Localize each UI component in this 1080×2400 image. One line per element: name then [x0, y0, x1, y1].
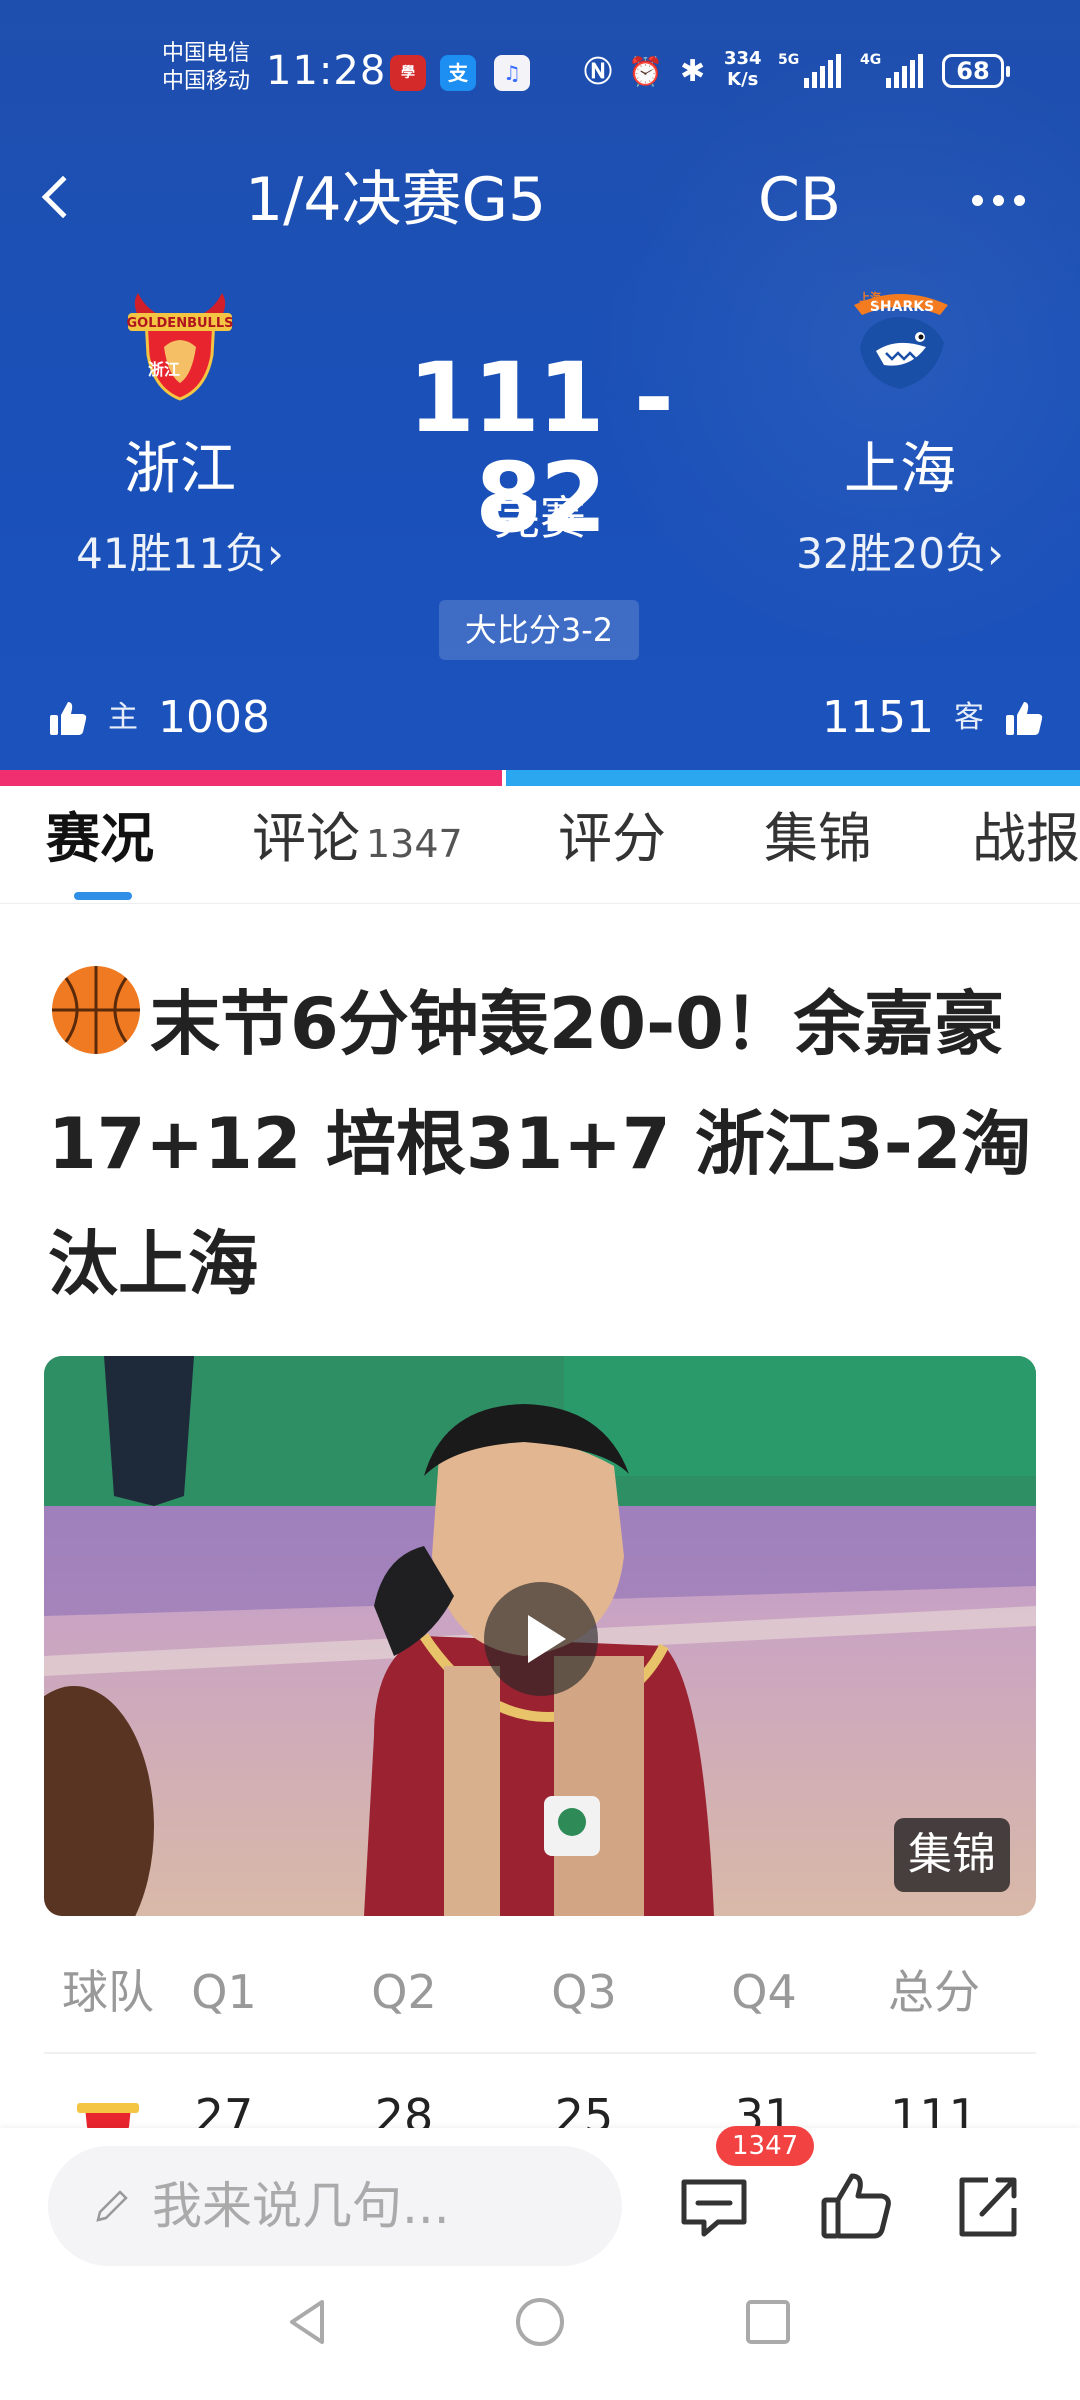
- away-like-count: 1151: [822, 692, 934, 743]
- alarm-icon: ⏰: [628, 55, 663, 88]
- svg-text:GOLDENBULLS: GOLDENBULLS: [127, 316, 234, 331]
- column-header: Q2: [371, 1965, 437, 2019]
- battery-icon: 68: [942, 54, 1010, 88]
- nav-recents-icon[interactable]: [738, 2292, 798, 2352]
- active-tab-indicator: [74, 892, 132, 900]
- away-team-record[interactable]: 32胜20负›: [770, 529, 1030, 579]
- bluetooth-icon: ✱: [680, 54, 706, 89]
- status-bar: 中国电信 中国移动 11:28 學 支 ♫ Ⓝ ⏰ ✱ 334 K/s 5G 4…: [0, 40, 1080, 100]
- more-dot-icon: [993, 194, 1004, 206]
- table-header-row: 球队 Q1 Q2 Q3 Q4 总分: [44, 1930, 1036, 2054]
- column-header: Q4: [731, 1965, 797, 2019]
- carrier-labels: 中国电信 中国移动: [162, 40, 250, 96]
- tab-bar: 赛况 评论 1347 评分 集锦 战报: [0, 786, 1080, 904]
- back-button[interactable]: [30, 162, 90, 232]
- tab-highlights[interactable]: 集锦: [764, 806, 872, 872]
- home-team[interactable]: GOLDENBULLS 浙江 浙江 41胜11负›: [50, 285, 310, 579]
- away-team-logo: SHARKS 上海: [840, 285, 960, 405]
- home-team-record[interactable]: 41胜11负›: [50, 529, 310, 579]
- signal-4g-icon: 4G: [860, 52, 924, 88]
- signal-5g-icon: 5G: [778, 52, 842, 88]
- more-button[interactable]: [972, 180, 1052, 220]
- svg-text:浙江: 浙江: [148, 360, 180, 379]
- system-navigation-bar: [0, 2180, 1080, 2400]
- home-team-logo: GOLDENBULLS 浙江: [120, 285, 240, 405]
- page-title: 1/4决赛G5: [245, 165, 547, 235]
- net-speed: 334 K/s: [724, 48, 762, 90]
- thumbs-up-icon: [50, 702, 87, 735]
- away-support-bar: [506, 770, 1080, 786]
- article-headline[interactable]: 末节6分钟轰20-0！余嘉豪17+12 培根31+7 浙江3-2淘汰上海: [48, 962, 1038, 1324]
- tab-ratings[interactable]: 评分: [558, 806, 666, 872]
- away-like-button[interactable]: 1151 客: [822, 690, 1044, 746]
- alipay-icon: 支: [440, 55, 476, 91]
- home-like-button[interactable]: 主 1008: [48, 690, 270, 746]
- away-team-name: 上海: [844, 437, 956, 502]
- home-support-bar: [0, 770, 502, 786]
- home-side-label: 主: [108, 700, 138, 735]
- study-app-icon: 學: [390, 55, 426, 91]
- video-highlight-badge: 集锦: [894, 1818, 1010, 1892]
- carrier-2: 中国移动: [162, 69, 251, 94]
- match-header: 中国电信 中国移动 11:28 學 支 ♫ Ⓝ ⏰ ✱ 334 K/s 5G 4…: [0, 0, 1080, 770]
- away-side-label: 客: [954, 700, 984, 735]
- away-team[interactable]: SHARKS 上海 上海 32胜20负›: [770, 285, 1030, 579]
- match-page: 中国电信 中国移动 11:28 學 支 ♫ Ⓝ ⏰ ✱ 334 K/s 5G 4…: [0, 0, 1080, 2400]
- tab-comments[interactable]: 评论 1347: [252, 806, 463, 877]
- svg-text:上海: 上海: [859, 290, 881, 304]
- series-score-badge: 大比分3-2: [439, 600, 639, 660]
- tab-live[interactable]: 赛况: [46, 806, 154, 872]
- nav-home-icon[interactable]: [510, 2292, 570, 2352]
- column-header: Q1: [191, 1965, 257, 2019]
- nfc-icon: Ⓝ: [584, 55, 613, 88]
- tab-comments-count: 1347: [366, 822, 463, 866]
- column-header: Q3: [551, 1965, 617, 2019]
- league-label: CB: [758, 165, 842, 235]
- thumbs-up-icon: [1006, 702, 1043, 735]
- top-nav: 1/4决赛G5 CB: [0, 150, 1080, 250]
- more-dot-icon: [1014, 194, 1025, 206]
- nav-back-icon[interactable]: [278, 2292, 338, 2352]
- column-header: 总分: [888, 1965, 980, 2019]
- match-status: 完赛: [494, 491, 586, 545]
- home-like-count: 1008: [158, 692, 270, 743]
- highlight-video[interactable]: 集锦: [44, 1356, 1036, 1916]
- comment-count-badge: 1347: [716, 2126, 815, 2166]
- music-app-icon: ♫: [494, 55, 530, 91]
- back-arrow-icon: [41, 175, 85, 219]
- basketball-icon: [52, 966, 140, 1054]
- status-time: 11:28: [266, 48, 387, 94]
- home-team-name: 浙江: [124, 437, 236, 502]
- play-button[interactable]: [484, 1582, 598, 1696]
- more-dot-icon: [972, 194, 983, 206]
- tab-report[interactable]: 战报: [972, 806, 1080, 872]
- carrier-1: 中国电信: [162, 41, 251, 66]
